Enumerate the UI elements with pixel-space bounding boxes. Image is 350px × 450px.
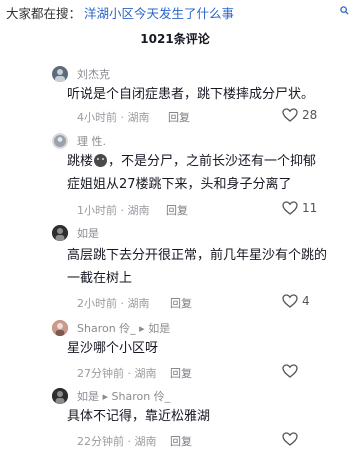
like-count: 11 (302, 201, 318, 215)
comment-text: 高层跳下去分开很正常，前几年星沙有个跳的 (67, 248, 328, 263)
search-suggestion-bar[interactable]: 大家都在搜： 洋湖小区今天发生了什么事 (0, 0, 350, 22)
comment-text: 跳楼 ，不是分尸，之前长沙还有一个抑郁 (67, 151, 316, 173)
comment-username[interactable]: 理 性. (77, 133, 106, 149)
emoji-icon (94, 154, 108, 167)
avatar[interactable] (52, 320, 68, 336)
comment-count-header: 1021条评论 (140, 32, 210, 46)
avatar[interactable] (52, 388, 68, 404)
like-button[interactable]: 28 (282, 108, 338, 122)
search-query-link[interactable]: 洋湖小区今天发生了什么事 (84, 3, 234, 22)
reply-button[interactable]: 回复 (168, 109, 190, 125)
reply-button[interactable]: 回复 (170, 295, 192, 311)
comment-time-location: 4小时前 · 湖南 (77, 111, 150, 124)
avatar[interactable] (52, 66, 68, 82)
comment-time-location: 27分钟前 · 湖南 (77, 367, 157, 380)
comment-username[interactable]: 刘杰克 (77, 66, 110, 82)
search-prefix: 大家都在搜： (6, 6, 82, 21)
reply-button[interactable]: 回复 (166, 202, 188, 218)
like-button[interactable] (282, 432, 338, 446)
comment-text: 一截在树上 (67, 271, 133, 286)
heart-icon (282, 201, 298, 215)
comment-text: 听说是个自闭症患者，跳下楼摔成分尸状。 (67, 87, 315, 102)
comment-text: 具体不记得，靠近松雅湖 (67, 409, 211, 424)
search-icon[interactable] (340, 6, 349, 15)
comment-time-location: 1小时前 · 湖南 (77, 204, 150, 217)
reply-button[interactable]: 回复 (170, 433, 192, 449)
comment-username[interactable]: 如是 (77, 225, 99, 241)
heart-icon (282, 108, 298, 122)
avatar[interactable] (52, 133, 68, 149)
comment-text-part: ，不是分尸，之前长沙还有一个抑郁 (108, 154, 317, 169)
heart-icon (282, 294, 298, 308)
heart-icon (282, 364, 298, 378)
like-button[interactable] (282, 364, 338, 378)
like-count: 28 (302, 108, 318, 122)
reply-button[interactable]: 回复 (170, 365, 192, 381)
comment-text-part: 跳楼 (67, 154, 94, 169)
comment-text: 星沙哪个小区呀 (67, 341, 159, 356)
comment-text: 症姐姐从27楼跳下来，头和身子分离了 (67, 177, 292, 192)
comment-time-location: 2小时前 · 湖南 (77, 297, 150, 310)
avatar[interactable] (52, 225, 68, 241)
heart-icon (282, 432, 298, 446)
like-count: 4 (302, 294, 310, 308)
comment-time-location: 22分钟前 · 湖南 (77, 435, 157, 448)
comment-username[interactable]: Sharon 伶_ ▸ 如是 (77, 320, 170, 336)
like-button[interactable]: 4 (282, 294, 338, 308)
like-button[interactable]: 11 (282, 201, 338, 215)
comment-username[interactable]: 如是 ▸ Sharon 伶_ (77, 388, 170, 404)
